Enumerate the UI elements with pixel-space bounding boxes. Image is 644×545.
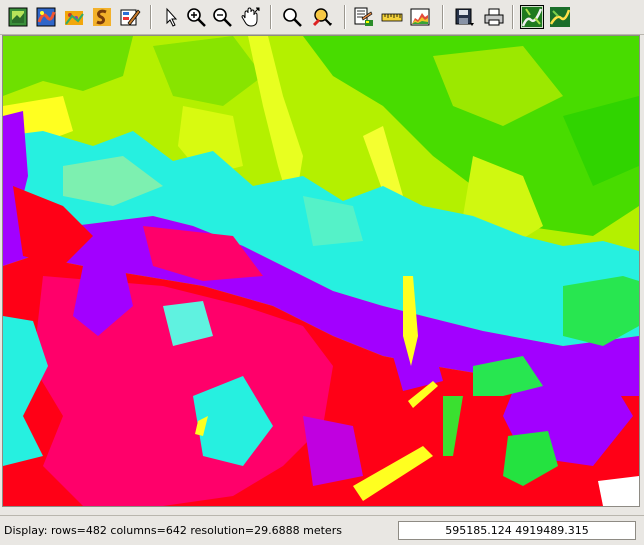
- zoom-back-icon[interactable]: [280, 5, 304, 29]
- measure-icon[interactable]: [380, 5, 404, 29]
- toolbar-separator: [442, 5, 444, 29]
- toolbar-separator: [344, 5, 346, 29]
- toolbar-separator: [270, 5, 272, 29]
- add-text-icon[interactable]: [90, 5, 114, 29]
- print-icon[interactable]: [482, 5, 506, 29]
- map-display[interactable]: [2, 35, 640, 507]
- pointer-icon[interactable]: [160, 5, 184, 29]
- pan-icon[interactable]: [238, 5, 262, 29]
- toolbar-separator: [512, 5, 514, 29]
- display-info-text: Display: rows=482 columns=642 resolution…: [4, 524, 342, 537]
- map-view-icon[interactable]: [520, 5, 544, 29]
- raster-map[interactable]: [3, 36, 639, 506]
- save-icon[interactable]: [452, 5, 476, 29]
- zoom-out-icon[interactable]: [210, 5, 234, 29]
- coordinates-readout: 595185.124 4919489.315: [398, 521, 636, 540]
- add-vector-icon[interactable]: [62, 5, 86, 29]
- add-raster-icon[interactable]: [34, 5, 58, 29]
- coordinates-text: 595185.124 4919489.315: [445, 524, 589, 537]
- zoom-in-icon[interactable]: [184, 5, 208, 29]
- 3d-view-icon[interactable]: [548, 5, 572, 29]
- toolbar: [0, 0, 644, 35]
- display-map-icon[interactable]: [6, 5, 30, 29]
- profile-icon[interactable]: [408, 5, 432, 29]
- overlay-properties-icon[interactable]: [118, 5, 142, 29]
- toolbar-separator: [150, 5, 152, 29]
- map-no-data: [598, 476, 639, 506]
- zoom-menu-icon[interactable]: [310, 5, 334, 29]
- status-bar: Display: rows=482 columns=642 resolution…: [0, 515, 644, 545]
- query-icon[interactable]: [352, 5, 376, 29]
